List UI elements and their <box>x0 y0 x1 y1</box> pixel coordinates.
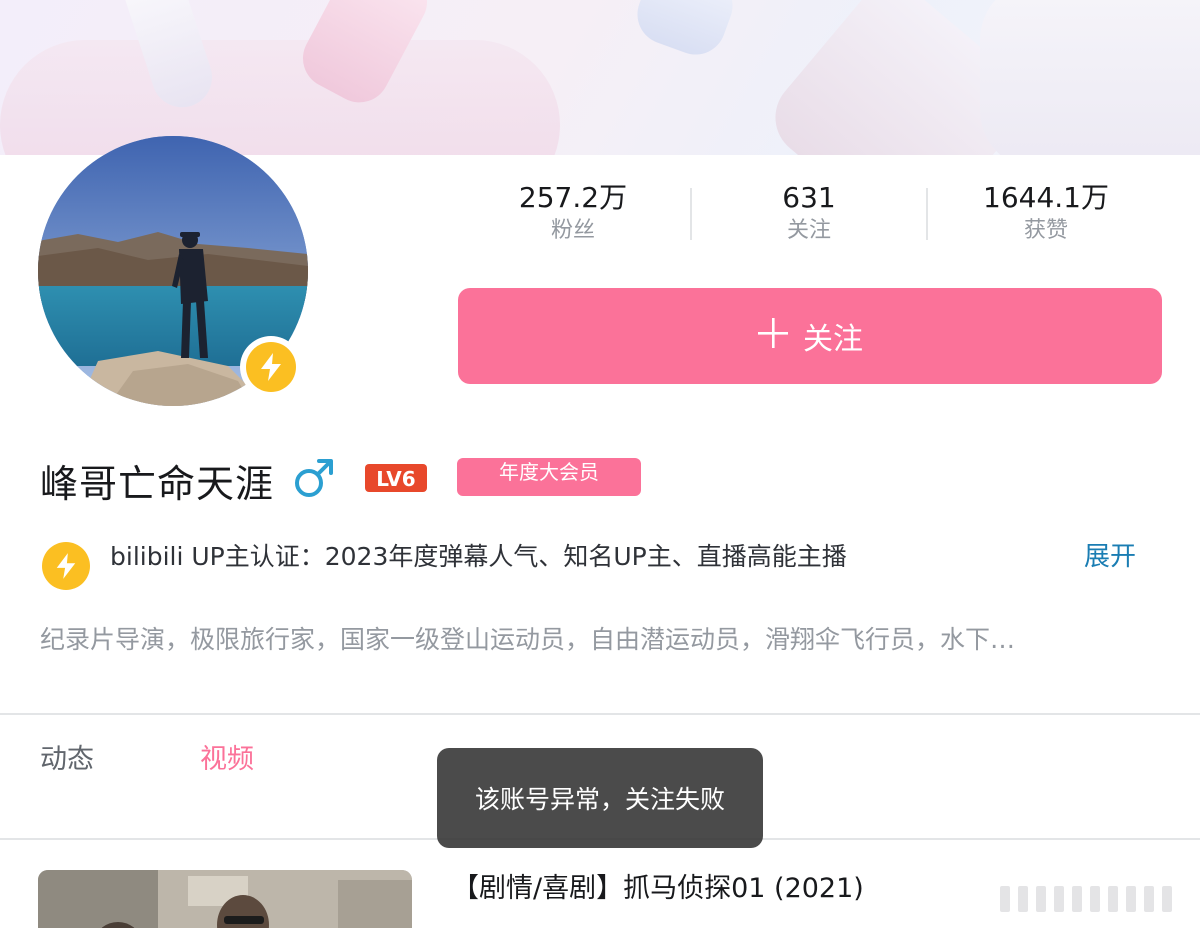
username: 峰哥亡命天涯 <box>40 461 275 506</box>
lightning-badge-icon <box>42 542 90 590</box>
toast-message: 该账号异常，关注失败 <box>437 748 763 848</box>
certification-row: bilibili UP主认证：2023年度弹幕人气、知名UP主、直播高能主播 展… <box>42 540 1162 590</box>
svg-text:LV6: LV6 <box>376 467 415 491</box>
stat-following[interactable]: 631 关注 <box>691 180 927 246</box>
stat-value: 631 <box>782 181 836 214</box>
up-verified-badge <box>240 336 302 398</box>
stat-label: 获赞 <box>1023 218 1068 243</box>
annual-vip-tag[interactable]: 年度大会员 <box>457 458 641 496</box>
expand-link[interactable]: 展开 <box>1084 540 1136 574</box>
level-badge-icon: LV6 <box>364 461 428 499</box>
watermark-bars-icon <box>1000 884 1190 918</box>
bio-text[interactable]: 纪录片导演，极限旅行家，国家一级登山运动员，自由潜运动员，滑翔伞飞行员，水下… <box>40 622 1150 658</box>
stats-bar: 257.2万 粉丝 631 关注 1644.1万 获赞 <box>455 180 1165 250</box>
video-thumbnail[interactable] <box>38 870 412 928</box>
plus-icon <box>757 316 789 356</box>
tab-videos[interactable]: 视频 <box>200 742 254 778</box>
stat-value: 257.2万 <box>518 181 628 214</box>
tab-dynamics[interactable]: 动态 <box>40 742 94 778</box>
stat-likes[interactable]: 1644.1万 获赞 <box>928 180 1164 246</box>
name-row: 峰哥亡命天涯 LV6 <box>40 455 428 506</box>
certification-text: bilibili UP主认证：2023年度弹幕人气、知名UP主、直播高能主播 <box>110 542 847 571</box>
divider <box>0 713 1200 715</box>
follow-button[interactable]: 关注 <box>458 288 1162 384</box>
male-gender-icon <box>292 456 336 504</box>
lightning-icon <box>246 342 296 392</box>
video-title[interactable]: 【剧情/喜剧】抓马侦探01 (2021) <box>452 870 864 908</box>
stat-label: 粉丝 <box>550 218 595 243</box>
profile-banner <box>0 0 1200 155</box>
stat-fans[interactable]: 257.2万 粉丝 <box>455 180 691 246</box>
follow-button-label: 关注 <box>803 322 863 357</box>
stat-label: 关注 <box>786 218 831 243</box>
stat-value: 1644.1万 <box>983 181 1109 214</box>
